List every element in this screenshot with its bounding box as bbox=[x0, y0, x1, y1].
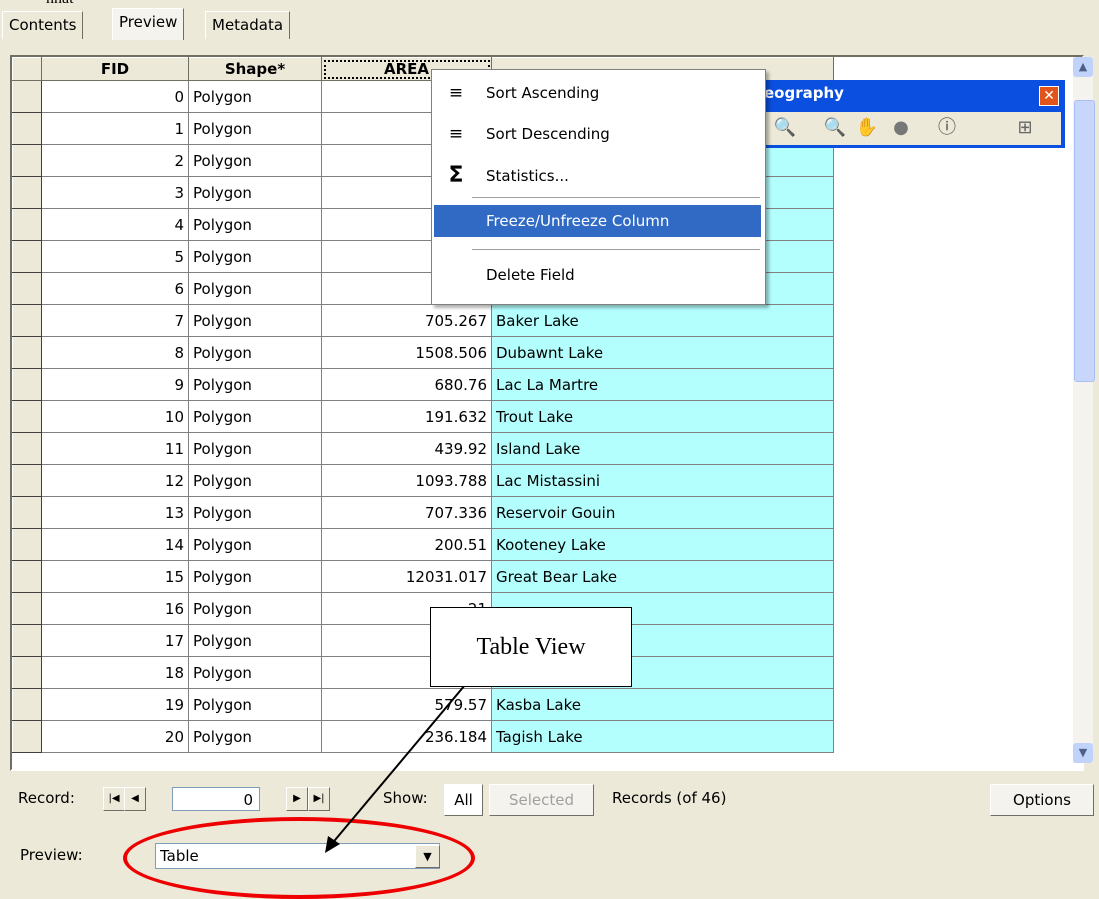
table-view-callout: Table View bbox=[430, 607, 632, 687]
tab-preview[interactable]: Preview bbox=[112, 8, 185, 40]
annotation-arrow bbox=[325, 684, 466, 853]
